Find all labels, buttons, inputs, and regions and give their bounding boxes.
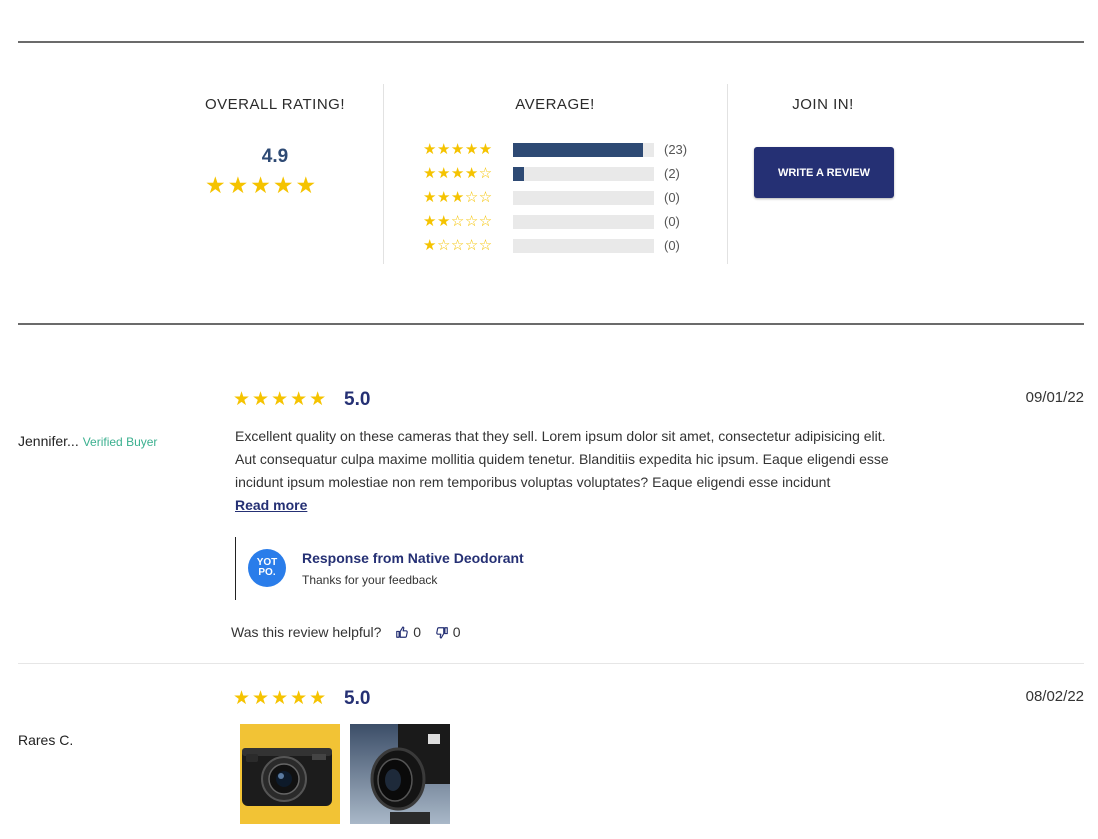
- distribution-bar: [513, 215, 654, 229]
- review-score: 5.0: [344, 389, 371, 410]
- thumbs-up-count: 0: [413, 624, 422, 640]
- review-stars: ★★★★★: [233, 389, 329, 410]
- thumbs-up-button[interactable]: 0: [395, 624, 421, 640]
- reviewer-name-text: Jennifer...: [18, 433, 79, 449]
- review-score: 5.0: [344, 688, 371, 709]
- row-count: (0): [664, 238, 680, 253]
- response-title: Response from Native Deodorant: [302, 550, 524, 566]
- review-stars: ★★★★★: [233, 688, 329, 709]
- row-count: (2): [664, 166, 680, 181]
- reviewer-name-text: Rares C.: [18, 732, 74, 748]
- yotpo-logo: YOT PO.: [248, 549, 286, 587]
- read-more-link[interactable]: Read more: [235, 497, 307, 513]
- distribution-row-3[interactable]: ★★★☆☆ (0): [423, 188, 703, 212]
- distribution-row-4[interactable]: ★★★★☆ (2): [423, 164, 703, 188]
- overall-rating-title: OVERALL RATING!: [204, 96, 346, 113]
- top-divider: [18, 41, 1084, 43]
- row-stars: ★★★★★: [423, 141, 493, 158]
- overall-stars: ★★★★★: [205, 172, 319, 198]
- review-date: 08/02/22: [1025, 688, 1084, 705]
- review-text-line: Aut consequatur culpa maxime mollitia qu…: [235, 451, 889, 467]
- row-count: (0): [664, 214, 680, 229]
- distribution-bar: [513, 167, 654, 181]
- verified-buyer-badge: Verified Buyer: [82, 435, 158, 449]
- review-date: 09/01/22: [1025, 389, 1084, 406]
- review-separator: [18, 663, 1084, 664]
- distribution-bar: [513, 143, 654, 157]
- join-in-title: JOIN IN!: [792, 96, 854, 113]
- distribution-row-5[interactable]: ★★★★★ (23): [423, 140, 703, 164]
- merchant-response: YOT PO. Response from Native Deodorant T…: [235, 537, 636, 600]
- thumbs-down-count: 0: [452, 624, 461, 640]
- thumbs-down-button[interactable]: 0: [435, 624, 461, 640]
- distribution-bar: [513, 191, 654, 205]
- summary-divider-1: [383, 84, 384, 264]
- rating-distribution: ★★★★★ (23) ★★★★☆ (2) ★★★☆☆ (0) ★★☆☆☆ (0)…: [423, 140, 703, 260]
- write-review-button[interactable]: WRITE A REVIEW: [754, 147, 894, 198]
- helpful-label: Was this review helpful?: [231, 624, 382, 640]
- row-stars: ★★★☆☆: [423, 189, 493, 206]
- row-count: (0): [664, 190, 680, 205]
- row-count: (23): [664, 142, 688, 157]
- row-stars: ★★☆☆☆: [423, 213, 493, 230]
- bar-fill: [513, 167, 525, 181]
- reviews-summary: OVERALL RATING! 4.9 ★★★★★ AVERAGE! ★★★★★…: [0, 84, 1098, 264]
- review-body: Excellent quality on these cameras that …: [235, 425, 895, 494]
- reviewer-name: Jennifer... Verified Buyer: [18, 433, 157, 449]
- distribution-row-2[interactable]: ★★☆☆☆ (0): [423, 212, 703, 236]
- review-text-line: incidunt ipsum molestiae non rem tempori…: [235, 474, 831, 490]
- overall-score: 4.9: [261, 146, 289, 167]
- row-stars: ★★★★☆: [423, 165, 493, 182]
- bar-fill: [513, 143, 643, 157]
- camera-lens-photo-image: [350, 724, 450, 824]
- row-stars: ★☆☆☆☆: [423, 237, 493, 254]
- review-image-camera-lens[interactable]: [350, 724, 450, 824]
- thumbs-down-icon: [436, 627, 448, 639]
- summary-divider-2: [727, 84, 728, 264]
- response-text: Thanks for your feedback: [302, 573, 438, 587]
- review-image-camera-yellow[interactable]: [240, 724, 340, 824]
- distribution-row-1[interactable]: ★☆☆☆☆ (0): [423, 236, 703, 260]
- reviewer-name: Rares C.: [18, 732, 73, 748]
- distribution-bar: [513, 239, 654, 253]
- average-title: AVERAGE!: [515, 96, 595, 113]
- reviews-divider: [18, 323, 1084, 325]
- camera-photo-image: [240, 724, 340, 824]
- helpful-row: Was this review helpful? 0 0: [231, 624, 461, 640]
- review-text-line: Excellent quality on these cameras that …: [235, 428, 886, 444]
- thumbs-up-icon: [396, 626, 409, 638]
